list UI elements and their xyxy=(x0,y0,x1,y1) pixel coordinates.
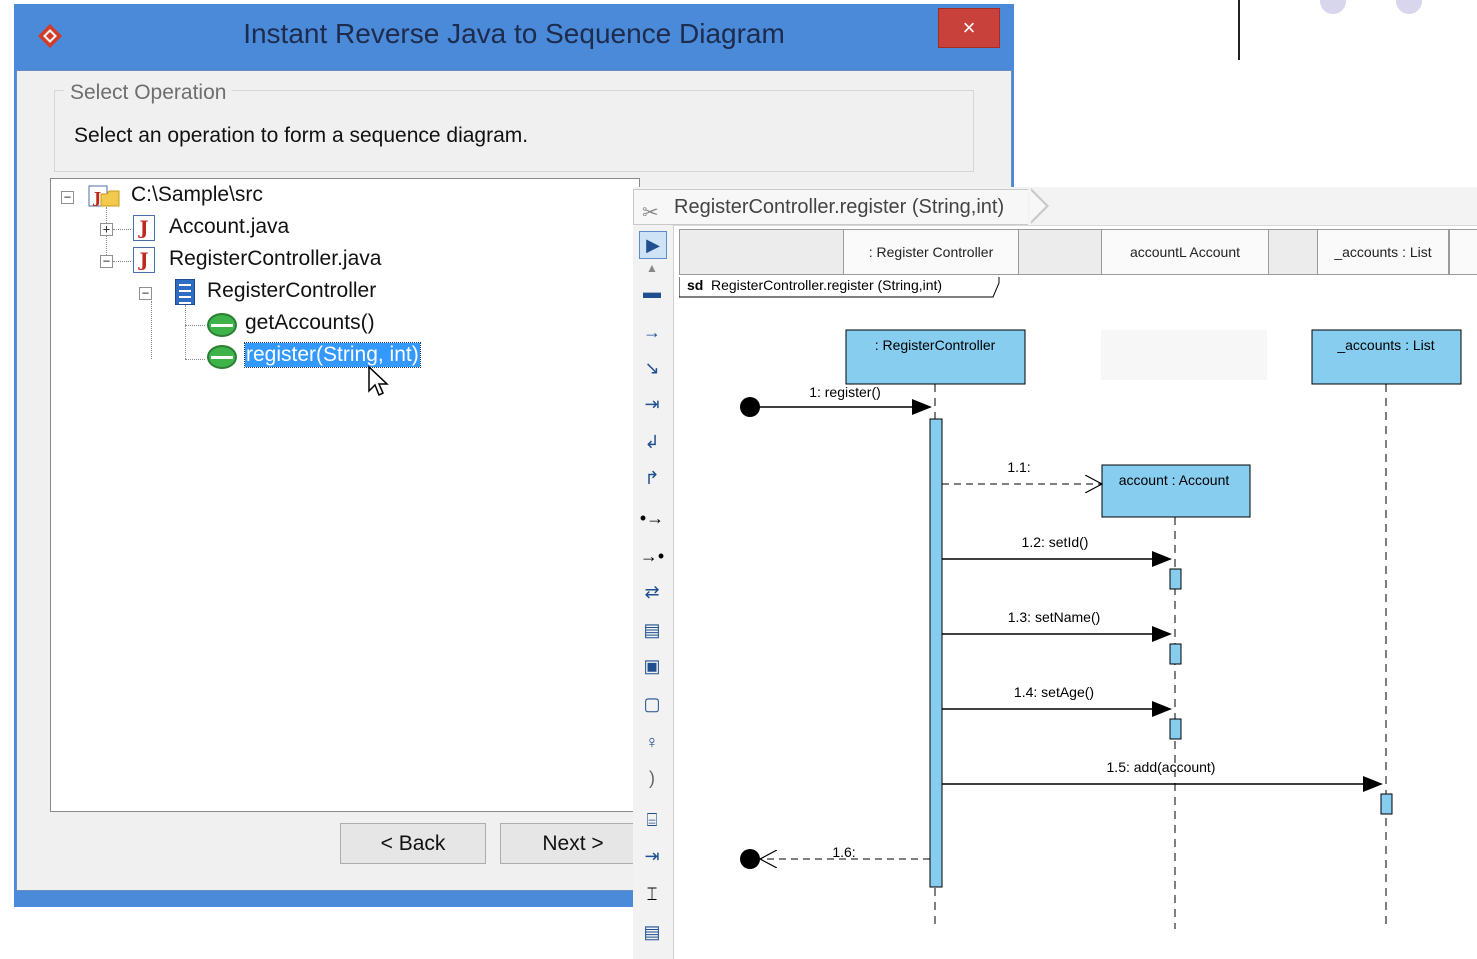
tree-guide xyxy=(113,261,131,262)
activation-add[interactable] xyxy=(1380,793,1393,815)
svg-text:J: J xyxy=(92,189,101,207)
note-tool-icon[interactable]: ▤ xyxy=(639,919,665,945)
background-dot xyxy=(1396,0,1422,14)
found-message-tool-icon[interactable]: ⇥ xyxy=(639,391,665,417)
final-node xyxy=(740,849,760,869)
message-end-tool-icon[interactable]: ⇥ xyxy=(639,843,665,869)
collapse-toggle[interactable]: − xyxy=(100,255,113,268)
operation-icon xyxy=(207,345,237,369)
controller-activation[interactable] xyxy=(929,418,943,888)
java-file-icon: J xyxy=(133,247,155,273)
sd-keyword: sd xyxy=(687,277,703,293)
tree-item-class[interactable]: RegisterController xyxy=(207,279,376,303)
lifeline-list-label: _accounts : List xyxy=(1336,337,1434,353)
operation-icon xyxy=(207,313,237,337)
create-message-tool-icon[interactable]: ↘ xyxy=(639,355,665,381)
background-dot xyxy=(1320,0,1346,14)
tree-item-root[interactable]: C:\Sample\src xyxy=(131,183,263,207)
tree-item-register-selected[interactable]: register(String, int) xyxy=(244,342,421,368)
activation-setname[interactable] xyxy=(1169,643,1182,665)
next-button[interactable]: Next > xyxy=(500,823,646,864)
back-button[interactable]: < Back xyxy=(340,823,486,864)
collapse-toggle[interactable]: − xyxy=(139,287,152,300)
mouse-cursor-icon xyxy=(368,365,389,397)
message-create-label: 1.1: xyxy=(1007,459,1030,475)
expand-toggle[interactable]: + xyxy=(100,223,113,236)
tree-guide xyxy=(185,305,186,359)
actor-tool-icon[interactable]: ♀ xyxy=(639,729,665,755)
lifeline-controller[interactable]: : RegisterController xyxy=(845,329,1026,385)
message-setage-label: 1.4: setAge() xyxy=(1014,684,1094,700)
sd-frame-name: RegisterController.register (String,int) xyxy=(711,277,942,293)
diagram-canvas[interactable]: sd RegisterController.register (String,i… xyxy=(679,277,1477,959)
lifeline-account-label: account : Account xyxy=(1119,472,1230,488)
close-button[interactable]: × xyxy=(938,8,1000,48)
scroll-up-icon[interactable]: ▲ xyxy=(639,255,665,281)
message-setid-label: 1.2: setId() xyxy=(1022,534,1089,550)
tree-item-getaccounts[interactable]: getAccounts() xyxy=(245,311,375,335)
constraint-tool-icon[interactable]: ⌶ xyxy=(639,881,665,907)
lifeline-tool-icon[interactable]: ▬ xyxy=(639,279,665,305)
java-file-icon: J xyxy=(133,215,155,241)
class-icon xyxy=(175,279,195,305)
lane-header-partial xyxy=(1449,229,1477,275)
breadcrumb[interactable]: ✂ RegisterController.register (String,in… xyxy=(633,189,1029,225)
lane-header-account[interactable]: accountL Account xyxy=(1101,229,1269,275)
activation-setage[interactable] xyxy=(1169,718,1182,740)
breadcrumb-label: RegisterController.register (String,int) xyxy=(674,196,1005,218)
sd-frame[interactable]: sd RegisterController.register (String,i… xyxy=(679,277,1000,298)
sequence-diagram-editor: ✂ RegisterController.register (String,in… xyxy=(633,187,1477,959)
tree-item-account-java[interactable]: Account.java xyxy=(169,215,289,239)
lifeline-placeholder xyxy=(1101,330,1267,380)
tree-guide xyxy=(185,359,205,360)
message-return-label: 1.6: xyxy=(832,844,855,860)
lifeline-controller-label: : RegisterController xyxy=(875,337,996,353)
message-setname-label: 1.3: setName() xyxy=(1008,609,1101,625)
continuation-tool-icon[interactable]: ) xyxy=(639,765,665,791)
lane-header-controller[interactable]: : Register Controller xyxy=(843,229,1019,275)
lost-message-tool-icon[interactable]: •→ xyxy=(639,505,665,531)
tree-guide xyxy=(113,229,131,230)
background-divider-line xyxy=(1238,0,1240,60)
group-legend: Select Operation xyxy=(64,81,233,105)
lane-header-list[interactable]: _accounts : List xyxy=(1317,229,1449,275)
dialog-title: Instant Reverse Java to Sequence Diagram xyxy=(243,18,785,49)
operation-tree[interactable]: − J C:\Sample\src + J Account.java − J R… xyxy=(50,178,640,812)
duration-tool-icon[interactable]: ⇄ xyxy=(639,579,665,605)
source-folder-icon: J xyxy=(88,185,120,207)
found-message-icon[interactable]: →• xyxy=(639,543,665,569)
lifeline-account[interactable]: account : Account xyxy=(1101,464,1251,518)
interaction-use-tool-icon[interactable]: ▣ xyxy=(639,653,665,679)
self-message-tool-icon[interactable]: ↲ xyxy=(639,429,665,455)
diagram-toolbar: ▶ ▲ ▬ → ↘ ⇥ ↲ ↱ •→ →• ⇄ ▤ ▣ ▢ ♀ ) ⌸ ⇥ ⌶ … xyxy=(633,225,674,959)
message-tool-icon[interactable]: → xyxy=(639,319,665,345)
breadcrumb-arrow-fill xyxy=(1030,190,1046,222)
state-invariant-tool-icon[interactable]: ⌸ xyxy=(639,807,665,833)
fragment-tool-icon[interactable]: ▤ xyxy=(639,617,665,643)
message-register-label: 1: register() xyxy=(809,384,881,400)
group-description: Select an operation to form a sequence d… xyxy=(74,124,529,147)
tree-guide xyxy=(185,325,205,326)
reentrant-message-tool-icon[interactable]: ↱ xyxy=(639,465,665,491)
tree-item-registercontroller-java[interactable]: RegisterController.java xyxy=(169,247,381,271)
gate-tool-icon[interactable]: ▢ xyxy=(639,691,665,717)
lifeline-list[interactable]: _accounts : List xyxy=(1311,329,1462,385)
collapse-toggle[interactable]: − xyxy=(61,191,74,204)
tree-guide xyxy=(151,301,152,359)
breadcrumb-bar: ✂ RegisterController.register (String,in… xyxy=(633,187,1477,226)
activation-setid[interactable] xyxy=(1169,568,1182,590)
message-add-label: 1.5: add(account) xyxy=(1107,759,1216,775)
